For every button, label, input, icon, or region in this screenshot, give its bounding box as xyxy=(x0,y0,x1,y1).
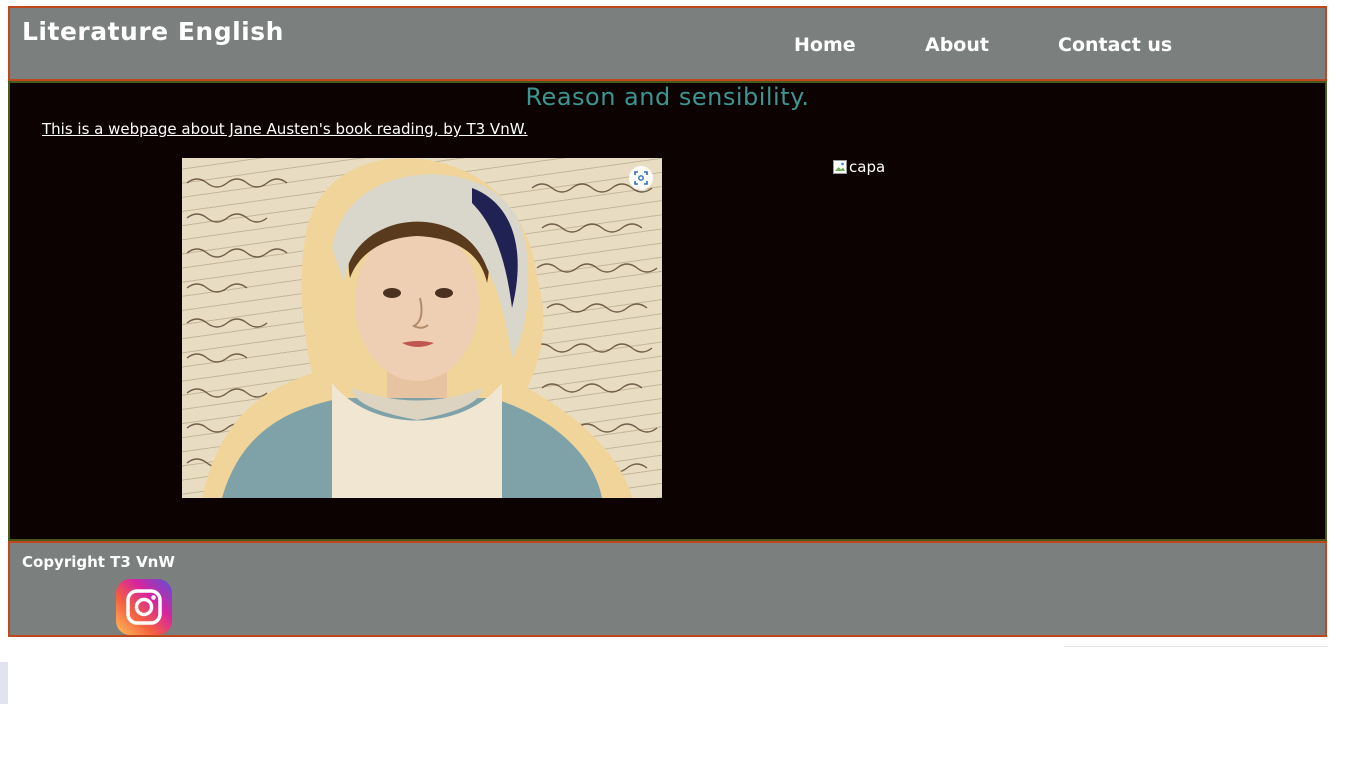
portrait-illustration xyxy=(186,158,658,498)
instagram-icon[interactable] xyxy=(115,578,173,636)
cover-image-broken: capa xyxy=(832,158,885,176)
scan-icon[interactable] xyxy=(629,166,653,190)
main-content: Reason and sensibility. This is a webpag… xyxy=(8,81,1327,541)
nav-about-link[interactable]: About xyxy=(925,34,989,56)
intro-link[interactable]: This is a webpage about Jane Austen's bo… xyxy=(42,120,528,138)
edge-sliver xyxy=(0,662,8,704)
site-header: Literature English Home About Contact us xyxy=(8,6,1327,81)
nav-home-link[interactable]: Home xyxy=(794,34,856,56)
cover-image-alt-text: capa xyxy=(849,158,886,176)
copyright-text: Copyright T3 VnW xyxy=(22,553,175,571)
divider-line xyxy=(1064,646,1328,647)
jane-austen-portrait xyxy=(182,158,662,498)
nav-contact-link[interactable]: Contact us xyxy=(1058,34,1172,56)
page-heading: Reason and sensibility. xyxy=(525,83,810,111)
broken-image-icon xyxy=(832,159,848,175)
site-title: Literature English xyxy=(22,17,284,46)
site-footer: Copyright T3 VnW xyxy=(8,541,1327,637)
